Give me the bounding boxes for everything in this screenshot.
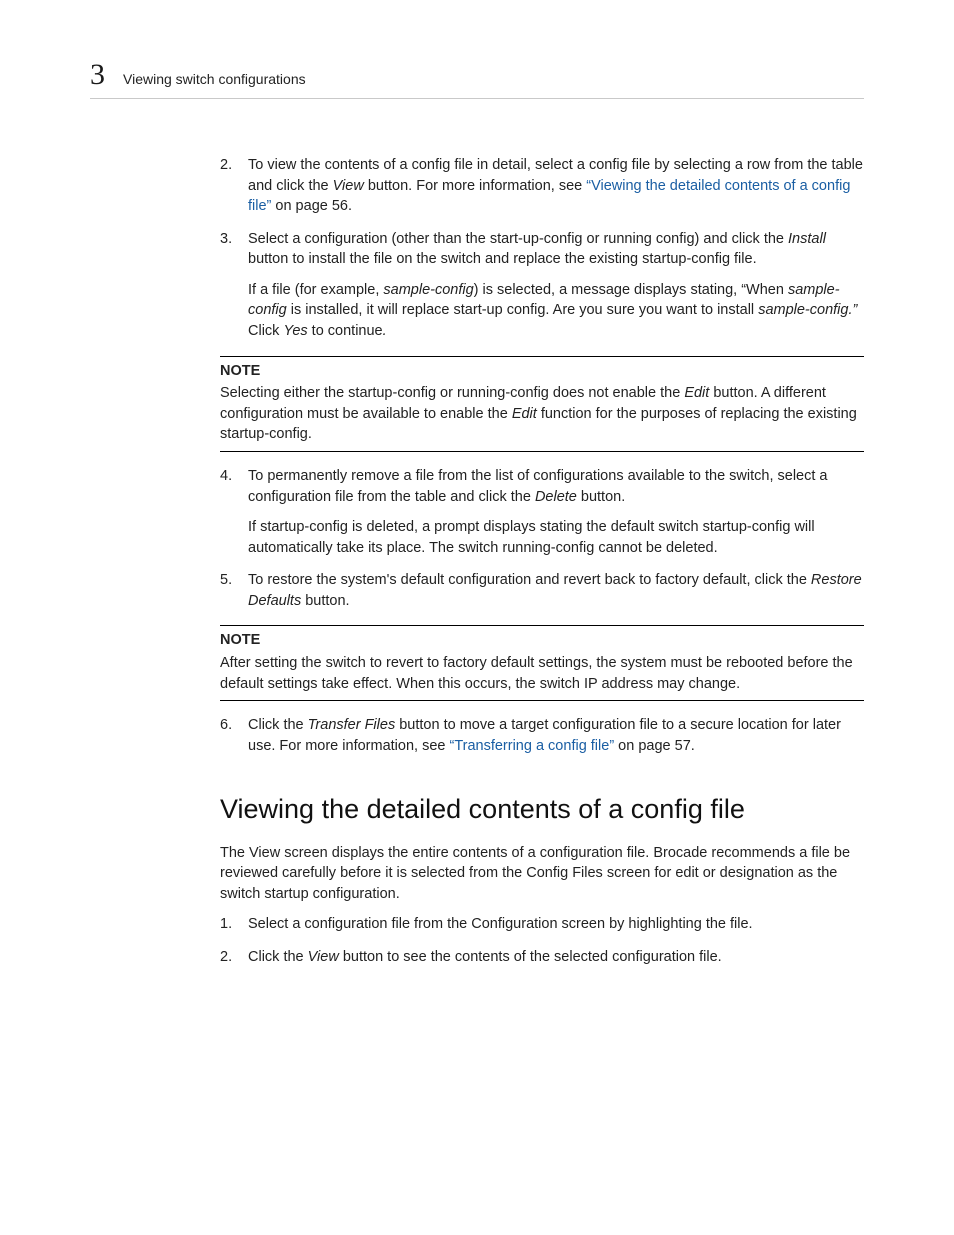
note-text: Selecting either the startup-config or r… <box>220 383 864 445</box>
step-number: 2. <box>220 947 232 968</box>
step-text: To permanently remove a file from the li… <box>248 468 827 505</box>
page: 3 Viewing switch configurations 2. To vi… <box>0 0 954 1235</box>
note-block: NOTE After setting the switch to revert … <box>220 625 864 701</box>
step-item: 2. Click the View button to see the cont… <box>220 947 864 968</box>
chapter-title: Viewing switch configurations <box>123 71 306 87</box>
step-number: 1. <box>220 914 232 935</box>
note-text: After setting the switch to revert to fa… <box>220 653 864 694</box>
step-number: 3. <box>220 229 232 250</box>
note-label: NOTE <box>220 630 864 651</box>
step-list-c: 6. Click the Transfer Files button to mo… <box>220 715 864 756</box>
step-item: 3. Select a configuration (other than th… <box>220 229 864 342</box>
section-step-list: 1. Select a configuration file from the … <box>220 914 864 967</box>
step-text: To view the contents of a config file in… <box>248 157 863 214</box>
step-number: 6. <box>220 715 232 736</box>
step-text: Select a configuration (other than the s… <box>248 231 826 268</box>
step-item: 1. Select a configuration file from the … <box>220 914 864 935</box>
xref-link[interactable]: “Transferring a config file” <box>449 738 614 754</box>
step-item: 6. Click the Transfer Files button to mo… <box>220 715 864 756</box>
section-intro: The View screen displays the entire cont… <box>220 843 864 905</box>
step-item: 2. To view the contents of a config file… <box>220 155 864 217</box>
step-number: 2. <box>220 155 232 176</box>
step-item: 5. To restore the system's default confi… <box>220 570 864 611</box>
step-number: 4. <box>220 466 232 487</box>
step-list-a: 2. To view the contents of a config file… <box>220 155 864 342</box>
step-text: Select a configuration file from the Con… <box>248 916 753 932</box>
note-block: NOTE Selecting either the startup-config… <box>220 356 864 452</box>
step-text: Click the View button to see the content… <box>248 949 722 965</box>
step-number: 5. <box>220 570 232 591</box>
step-subtext: If startup-config is deleted, a prompt d… <box>248 517 864 558</box>
step-item: 4. To permanently remove a file from the… <box>220 466 864 558</box>
step-text: Click the Transfer Files button to move … <box>248 717 841 754</box>
step-text: To restore the system's default configur… <box>248 572 862 609</box>
section-heading: Viewing the detailed contents of a confi… <box>220 790 864 828</box>
step-list-b: 4. To permanently remove a file from the… <box>220 466 864 611</box>
page-header: 3 Viewing switch configurations <box>90 58 864 99</box>
body-content: 2. To view the contents of a config file… <box>220 155 864 968</box>
step-subtext: If a file (for example, sample-config) i… <box>248 280 864 342</box>
chapter-number: 3 <box>90 58 105 92</box>
note-label: NOTE <box>220 361 864 382</box>
